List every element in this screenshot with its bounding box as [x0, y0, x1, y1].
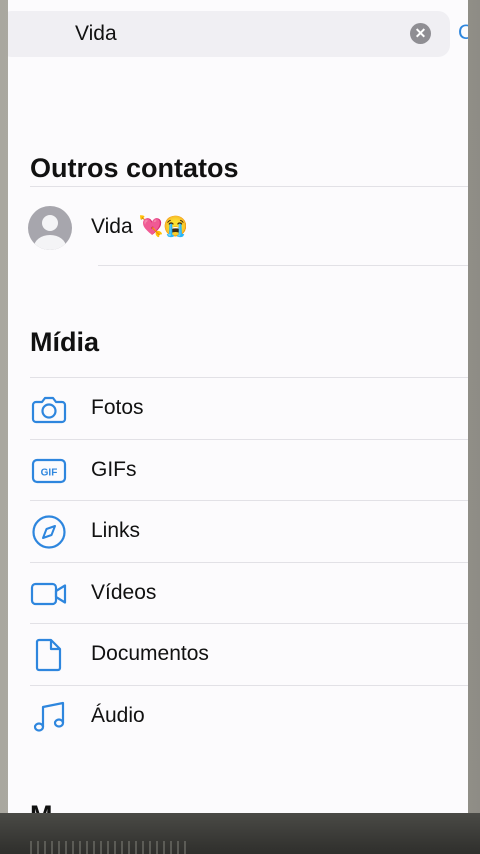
contact-emojis: 💘😭 — [138, 216, 189, 238]
gif-icon: GIF — [31, 458, 67, 484]
video-icon — [30, 582, 67, 606]
section-title-media: Mídia — [30, 327, 100, 357]
media-item-documents[interactable]: Documentos — [8, 624, 468, 685]
media-item-photos[interactable]: Fotos — [8, 378, 468, 439]
search-results-screen: Vida ✕ C Outros contatos Vida 💘😭 Mídia F… — [8, 0, 468, 813]
media-item-videos[interactable]: Vídeos — [8, 563, 468, 624]
divider — [98, 265, 468, 266]
media-item-label: GIFs — [91, 458, 137, 481]
media-item-label: Vídeos — [91, 581, 157, 604]
contact-row[interactable]: Vida 💘😭 — [8, 200, 468, 256]
contact-name-text: Vida — [91, 215, 133, 238]
gif-icon-text: GIF — [41, 468, 58, 479]
media-item-label: Fotos — [91, 396, 144, 419]
avatar-placeholder-icon — [28, 206, 72, 250]
video-overlay-bar — [0, 813, 480, 854]
divider — [30, 186, 468, 187]
media-item-label: Links — [91, 519, 141, 542]
clear-search-icon[interactable]: ✕ — [410, 23, 431, 44]
media-item-label: Áudio — [91, 704, 145, 727]
media-item-gifs[interactable]: GIF GIFs — [8, 440, 468, 501]
document-icon — [35, 638, 62, 672]
media-item-links[interactable]: Links — [8, 501, 468, 562]
camera-icon — [31, 396, 67, 424]
music-note-icon — [33, 701, 65, 732]
contact-name: Vida 💘😭 — [91, 214, 188, 239]
cancel-button[interactable]: C — [458, 21, 468, 45]
media-item-label: Documentos — [91, 642, 209, 665]
section-title-other-contacts: Outros contatos — [30, 153, 239, 183]
search-input-text[interactable]: Vida — [75, 22, 117, 46]
section-title-next: M — [30, 800, 53, 813]
compass-icon — [32, 515, 66, 549]
media-item-audio[interactable]: Áudio — [8, 686, 468, 747]
